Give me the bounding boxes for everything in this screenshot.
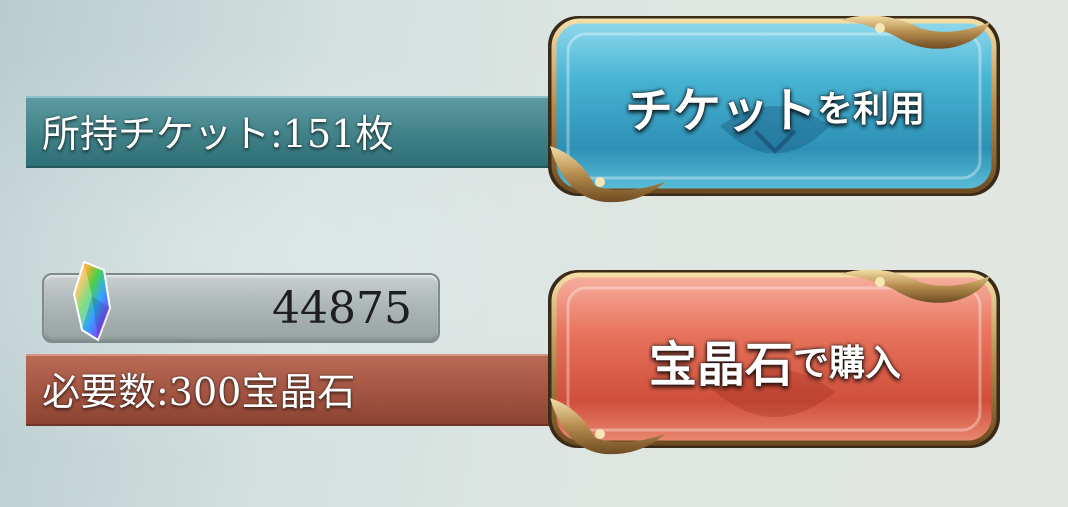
gem-cost-label: 必要数:300宝晶石 bbox=[42, 370, 356, 414]
use-ticket-button-label: チケット を利用 bbox=[540, 6, 1010, 206]
use-ticket-suffix-text: を利用 bbox=[817, 89, 926, 130]
owned-tickets-bar: 所持チケット:151枚 bbox=[26, 96, 626, 168]
use-ticket-button[interactable]: チケット を利用 bbox=[540, 6, 1010, 206]
rainbow-crystal-icon bbox=[72, 260, 112, 342]
buy-with-gems-button-label: 宝晶石 で購入 bbox=[540, 262, 1010, 457]
use-ticket-main-text: チケット bbox=[624, 83, 817, 139]
buy-gems-main-text: 宝晶石 bbox=[648, 336, 793, 393]
buy-gems-suffix-text: で購入 bbox=[793, 342, 902, 384]
owned-tickets-label: 所持チケット:151枚 bbox=[42, 112, 394, 156]
gem-cost-bar: 必要数:300宝晶石 bbox=[26, 354, 626, 426]
buy-with-gems-button[interactable]: 宝晶石 で購入 bbox=[540, 262, 1010, 457]
gem-balance-value: 44875 bbox=[272, 283, 412, 334]
